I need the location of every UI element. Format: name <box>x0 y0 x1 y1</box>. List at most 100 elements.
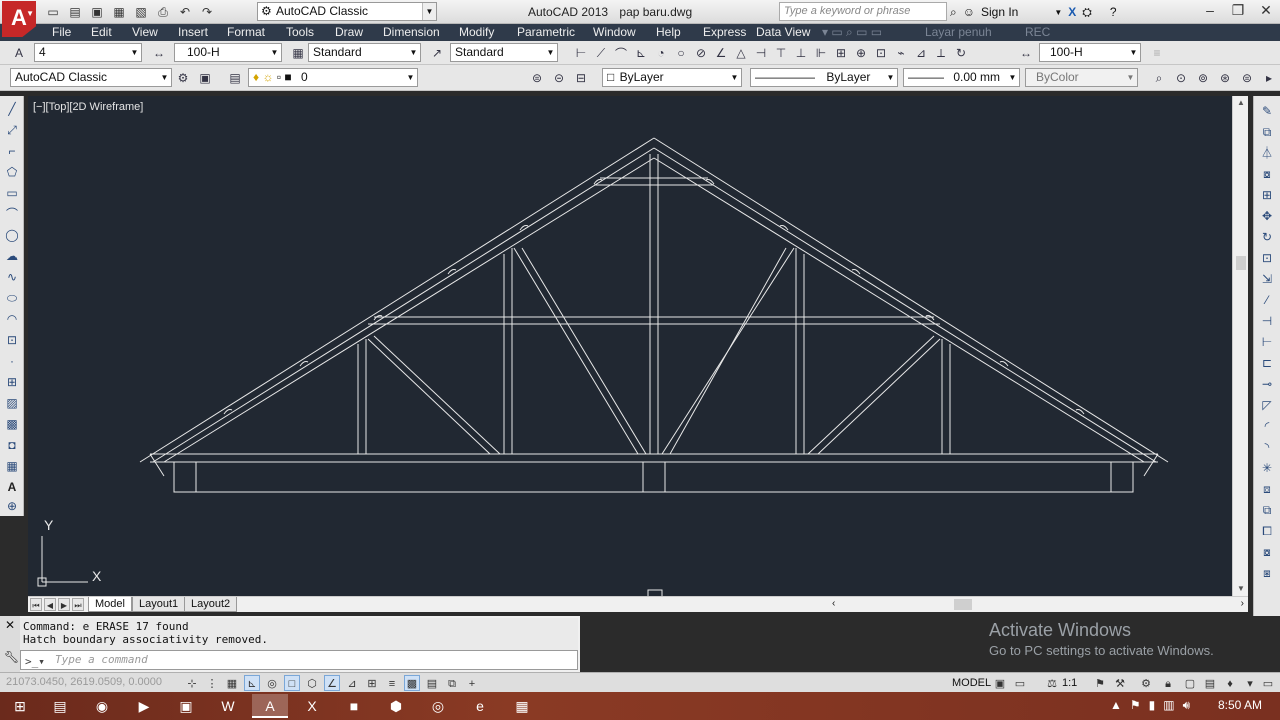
help-icon[interactable]: ? <box>1110 5 1117 19</box>
make-current-icon[interactable]: ⊜ <box>528 69 546 87</box>
user-icon[interactable]: ☺ <box>963 5 975 19</box>
excel-icon[interactable]: X <box>294 694 330 718</box>
multileader-style-select[interactable]: Standard ▼ <box>450 43 558 62</box>
zoom-window-icon[interactable]: ⊙ <box>1172 69 1190 87</box>
menu-dimension[interactable]: Dimension <box>383 25 440 39</box>
menu-draw[interactable]: Draw <box>335 25 363 39</box>
3d-osnap-icon[interactable]: ⬡ <box>304 675 320 691</box>
linetype-select[interactable]: ――――― ByLayer ▼ <box>750 68 898 87</box>
radius-icon[interactable]: ◔ <box>652 44 670 62</box>
volume-icon[interactable]: 🔊︎ <box>1183 698 1191 713</box>
fullscreen-label[interactable]: Layar penuh <box>925 25 992 39</box>
scroll-down-icon[interactable]: ▼ <box>1233 582 1249 596</box>
menu-format[interactable]: Format <box>227 25 265 39</box>
trim-icon[interactable]: ⁄ <box>1258 291 1276 309</box>
polygon-icon[interactable]: ⬠ <box>3 163 21 181</box>
menu-insert[interactable]: Insert <box>178 25 208 39</box>
space-icon[interactable]: ⊥ <box>792 44 810 62</box>
text-front-icon[interactable]: ⧇ <box>1258 543 1276 561</box>
menu-edit[interactable]: Edit <box>91 25 112 39</box>
screen-recorder-icon[interactable]: ◎ <box>420 694 456 718</box>
line-icon[interactable]: ╱ <box>3 100 21 118</box>
dimtedit-icon[interactable]: ⟂ <box>932 44 950 62</box>
scroll-thumb[interactable] <box>1236 256 1246 270</box>
wrench-icon[interactable]: 🔧︎ <box>4 650 19 664</box>
update-icon[interactable]: ↻ <box>952 44 970 62</box>
workspace-combo[interactable]: AutoCAD Classic ▼ <box>10 68 172 87</box>
annotation-scale-value[interactable]: 1:1 <box>1062 677 1077 689</box>
scale-icon[interactable]: ⊡ <box>1258 249 1276 267</box>
green-app-icon[interactable]: ■ <box>336 694 372 718</box>
rectangle-icon[interactable]: ▭ <box>3 184 21 202</box>
chevron-down-icon[interactable]: ▸ <box>1260 69 1278 87</box>
allow-ucs-icon[interactable]: ⊿ <box>344 675 360 691</box>
center-mark-icon[interactable]: ⊕ <box>852 44 870 62</box>
pdf-icon[interactable]: ⬢ <box>378 694 414 718</box>
exchange-icon[interactable]: X <box>1068 5 1076 19</box>
zoom-previous-icon[interactable]: ⊚ <box>1194 69 1212 87</box>
dim-style-icon[interactable]: ↔ <box>150 44 168 62</box>
autocad-taskbar-icon[interactable]: A <box>252 694 288 718</box>
make-block-icon[interactable]: ⊞ <box>3 373 21 391</box>
circle-icon[interactable]: ◯ <box>3 226 21 244</box>
network-icon[interactable]: ▥ <box>1163 698 1174 713</box>
vertical-scrollbar[interactable]: ▲ ▼ <box>1232 96 1248 596</box>
menu-tools[interactable]: Tools <box>286 25 314 39</box>
add-selected-icon[interactable]: ⊕ <box>3 497 21 515</box>
chevron-down-icon[interactable]: ▼ <box>1054 8 1062 17</box>
menu-modify[interactable]: Modify <box>459 25 494 39</box>
join-icon[interactable]: ⊸ <box>1258 375 1276 393</box>
annotation-scale-icon[interactable]: ⚖ <box>1044 675 1060 691</box>
lineweight-select[interactable]: ――― 0.00 mm ▼ <box>903 68 1020 87</box>
quick-dim-icon[interactable]: △ <box>732 44 750 62</box>
layer-properties-icon[interactable]: ▤ <box>226 69 244 87</box>
draworder-back-icon[interactable]: ⧠ <box>1258 522 1276 540</box>
break-icon[interactable]: ⊏ <box>1258 354 1276 372</box>
annotation-monitor-icon[interactable]: + <box>464 675 480 691</box>
search-input[interactable]: Type a keyword or phrase <box>779 2 947 21</box>
mtext-icon[interactable]: A <box>3 478 21 496</box>
dynamic-input-icon[interactable]: ⊞ <box>364 675 380 691</box>
hatch-back-icon[interactable]: ⧆ <box>1258 564 1276 582</box>
network-app-icon[interactable]: ▦ <box>504 694 540 718</box>
command-window-handle[interactable]: ✕ 🔧︎ <box>0 616 20 672</box>
color-select[interactable]: □ ByLayer ▼ <box>602 68 742 87</box>
ortho-mode-icon[interactable]: ⊾ <box>244 675 260 691</box>
polyline-icon[interactable]: ⌐ <box>3 142 21 160</box>
linear-dim-icon[interactable]: ⊢ <box>572 44 590 62</box>
arc-icon[interactable]: ⌒ <box>3 205 21 223</box>
hardware-accel-icon[interactable]: ▢ <box>1182 675 1198 691</box>
blend-icon[interactable]: ◝ <box>1258 438 1276 456</box>
hatch-icon[interactable]: ▨ <box>3 394 21 412</box>
dim-style-icon[interactable]: ↔ <box>1017 44 1035 62</box>
array-icon[interactable]: ⊞ <box>1258 186 1276 204</box>
break-point-icon[interactable]: ⊢ <box>1258 333 1276 351</box>
publish-icon[interactable]: ▧ <box>132 3 150 21</box>
table-style-icon[interactable]: ▦ <box>289 44 307 62</box>
construction-line-icon[interactable]: ⤢ <box>3 121 21 139</box>
scroll-up-icon[interactable]: ▲ <box>1233 96 1249 110</box>
grid-display-icon[interactable]: ▦ <box>224 675 240 691</box>
snap-mode-icon[interactable]: ⋮ <box>204 675 220 691</box>
break-icon[interactable]: ⊩ <box>812 44 830 62</box>
text-style-select[interactable]: 4 ▼ <box>34 43 142 62</box>
stretch-icon[interactable]: ⇲ <box>1258 270 1276 288</box>
model-space-button[interactable]: MODEL <box>950 675 993 691</box>
inspect-icon[interactable]: ⊡ <box>872 44 890 62</box>
explode-icon[interactable]: ✳ <box>1258 459 1276 477</box>
ellipse-icon[interactable]: ⬭ <box>3 289 21 307</box>
table-icon[interactable]: ▦ <box>3 457 21 475</box>
menu-view[interactable]: View <box>132 25 158 39</box>
selection-cycling-icon[interactable]: ⧉ <box>444 675 460 691</box>
zoom-realtime-icon[interactable]: ⌕ <box>1150 69 1168 87</box>
extend-icon[interactable]: ⊣ <box>1258 312 1276 330</box>
light-bulb-icon[interactable]: ♦ <box>1222 675 1238 691</box>
redo-icon[interactable]: ↷ <box>198 3 216 21</box>
rotate-icon[interactable]: ↻ <box>1258 228 1276 246</box>
community-icon[interactable]: ⛭ <box>1082 5 1092 20</box>
status-menu-icon[interactable]: ▾ <box>1242 675 1258 691</box>
copy-icon[interactable]: ⧉ <box>1258 123 1276 141</box>
first-tab-icon[interactable]: ⏮ <box>30 598 42 611</box>
object-snap-tracking-icon[interactable]: ∠ <box>324 675 340 691</box>
layer-previous-icon[interactable]: ⊝ <box>550 69 568 87</box>
